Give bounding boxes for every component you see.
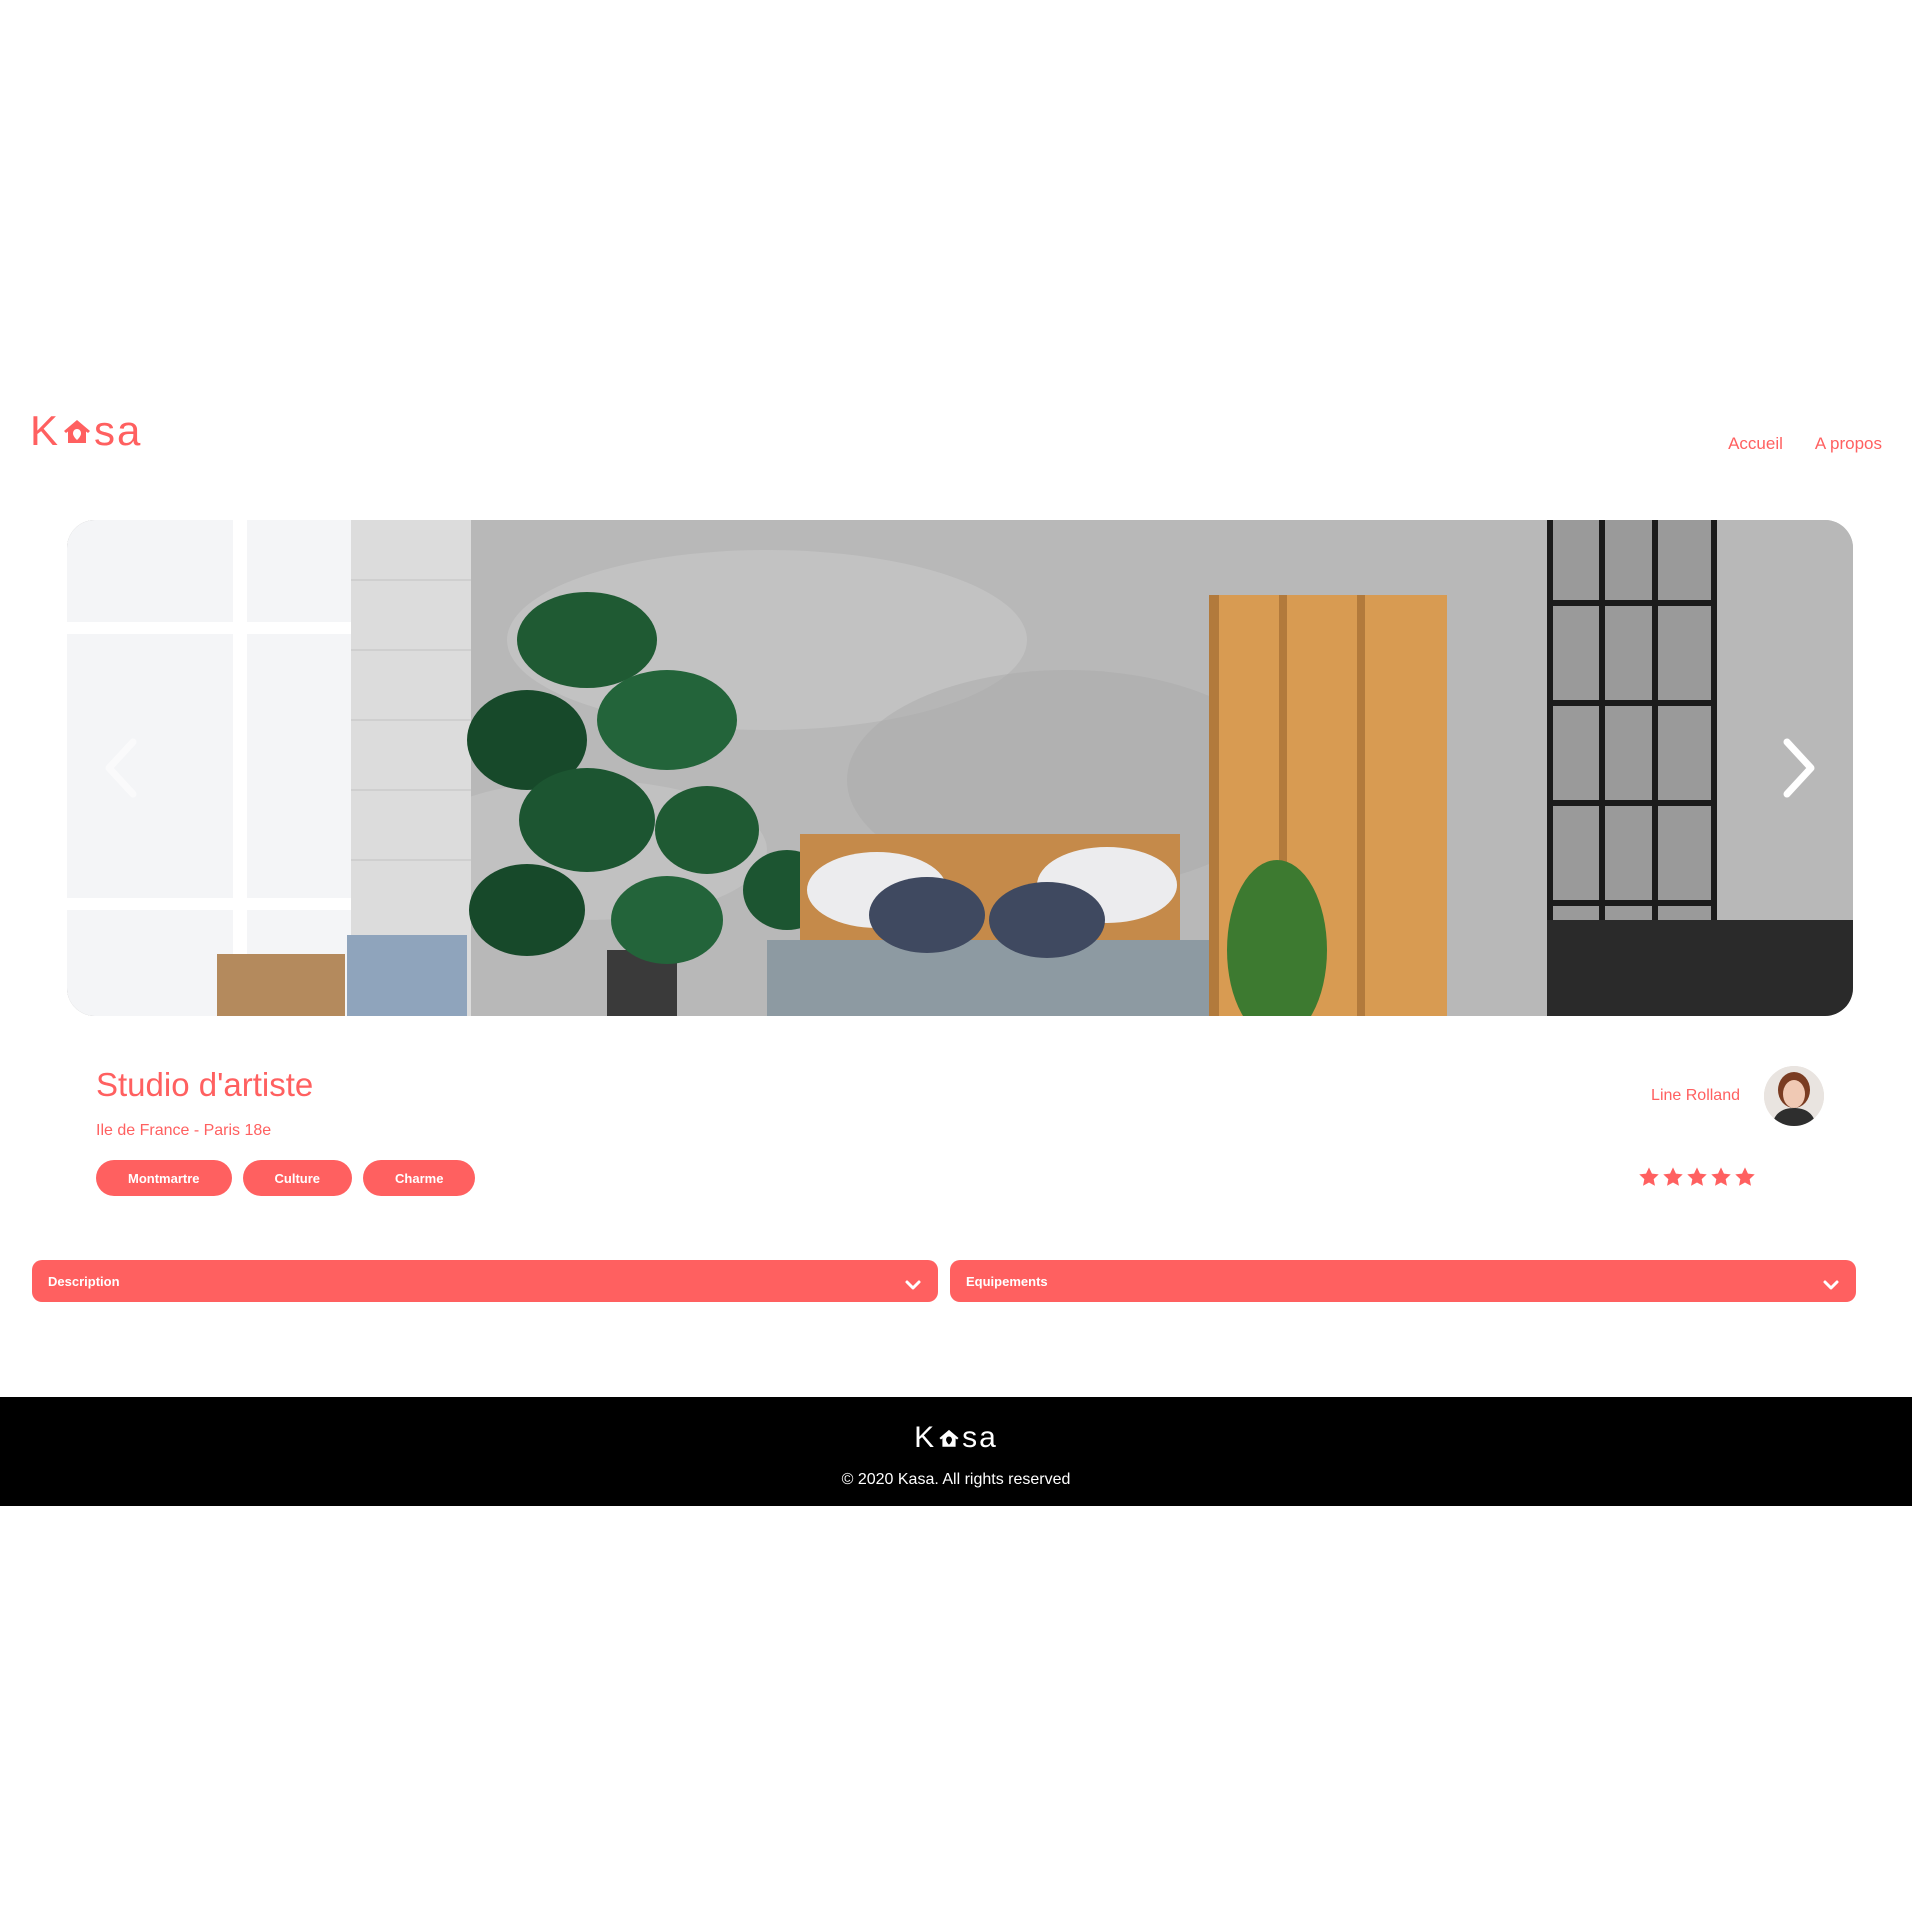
chevron-down-icon [1823,1280,1839,1290]
star-icon [1735,1167,1755,1186]
chevron-left-icon [105,738,137,798]
logo[interactable]: K sa [30,410,142,452]
logo-text-start: K [30,407,61,454]
logo-text-end: sa [94,407,143,454]
description-collapse-toggle[interactable]: Description [32,1260,938,1302]
chevron-down-icon [905,1280,921,1290]
host-name: Line Rolland [1651,1087,1740,1104]
footer: K sa © 2020 Kasa. All rights reserved [0,1397,1912,1506]
page: K sa Accueil A propos Studio d'artiste I… [0,0,1912,1912]
carousel-prev-button[interactable] [91,732,151,804]
footer-logo-text-start: K [914,1421,937,1454]
listing-location: Ile de France - Paris 18e [96,1122,272,1139]
main-nav: Accueil A propos [1728,434,1882,454]
star-icon [1711,1167,1731,1186]
listing-photo [67,520,1853,1016]
collapse-label-equipements: Equipements [966,1273,1048,1289]
house-icon [939,1429,959,1447]
tag-montmartre: Montmartre [96,1160,232,1196]
tag-culture: Culture [242,1160,353,1196]
chevron-right-icon [1783,738,1815,798]
star-icon [1687,1167,1707,1186]
nav-link-accueil[interactable]: Accueil [1728,434,1783,454]
nav-link-a-propos[interactable]: A propos [1815,434,1882,454]
copyright-text: © 2020 Kasa. All rights reserved [841,1471,1071,1488]
equipements-collapse-toggle[interactable]: Equipements [950,1260,1856,1302]
star-icon [1639,1167,1659,1186]
tag-charme: Charme [363,1160,476,1196]
tag-list: Montmartre Culture Charme [96,1160,476,1196]
host-avatar [1764,1066,1824,1126]
carousel-next-button[interactable] [1769,732,1829,804]
listing-title: Studio d'artiste [96,1066,314,1103]
image-carousel [67,520,1853,1016]
host-info: Line Rolland [1651,1066,1824,1126]
footer-logo: K sa [0,1423,1912,1453]
collapse-label-description: Description [48,1273,120,1289]
footer-logo-text-end: sa [962,1421,998,1454]
house-icon [64,420,91,443]
star-icon [1663,1167,1683,1186]
star-rating [1638,1166,1756,1188]
